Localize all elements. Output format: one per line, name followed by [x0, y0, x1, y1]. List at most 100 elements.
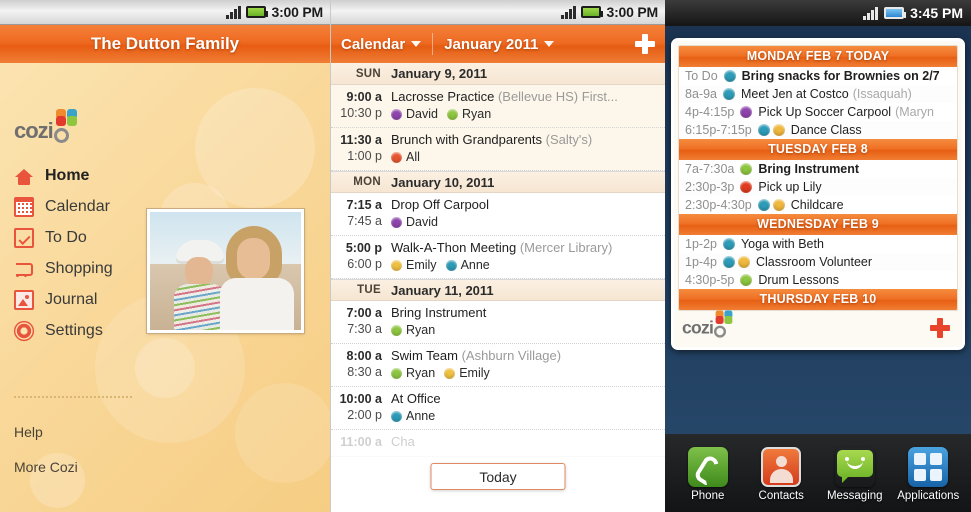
- event-times: 11:00 a: [339, 434, 391, 451]
- widget-event-title: Pick up Lily: [758, 180, 822, 194]
- dock-label: Messaging: [826, 489, 883, 502]
- widget-event-time: 4:30p-5p: [685, 273, 735, 287]
- widget-event-title: Bring Instrument: [758, 162, 860, 176]
- widget-event-row[interactable]: 7a-7:30a Bring Instrument: [679, 160, 957, 178]
- status-time: 3:00 PM: [271, 4, 323, 20]
- day-of-week: SUN: [355, 67, 381, 80]
- cozi-calendar-widget[interactable]: MONDAY FEB 7 TODAY To Do Bring snacks for …: [671, 38, 965, 350]
- attendee-color-dot: [391, 367, 402, 379]
- event-title: Brunch with Grandparents (Salty's): [391, 132, 593, 147]
- widget-event-row[interactable]: 1p-2p Yoga with Beth: [679, 235, 957, 253]
- attendee-color-dot: [391, 216, 402, 228]
- calendar-menu-button[interactable]: Calendar: [341, 36, 422, 53]
- month-selector-button[interactable]: January 2011: [444, 36, 555, 53]
- agenda-event-row[interactable]: 11:30 a 1:00 p Brunch with Grandparents (S…: [331, 128, 665, 171]
- plus-icon[interactable]: [635, 34, 655, 54]
- widget-day-header: WEDNESDAY FEB 9: [679, 214, 957, 235]
- attendee-color-dot: [722, 256, 735, 268]
- plus-icon[interactable]: [930, 318, 950, 338]
- event-details: Cha: [391, 434, 657, 451]
- sidebar-item-journal[interactable]: Journal: [14, 284, 144, 315]
- agenda-event-row[interactable]: 11:00 a Cha: [331, 430, 665, 457]
- more-cozi-link[interactable]: More Cozi: [14, 459, 78, 475]
- widget-event-time: 7a-7:30a: [685, 162, 735, 176]
- widget-event-time: 6:15p-7:15p: [685, 123, 752, 137]
- widget-event-title: Childcare: [790, 198, 844, 212]
- cozi-logo-text: cozi: [682, 317, 714, 338]
- event-start-time: 5:00 p: [345, 241, 382, 255]
- widget-footer: cozi: [678, 310, 958, 343]
- attendee-name: Anne: [460, 258, 490, 272]
- sidebar-item-settings[interactable]: Settings: [14, 315, 144, 346]
- decorative-bubble: [235, 383, 330, 483]
- day-of-week: MON: [353, 176, 381, 188]
- event-times: 5:00 p 6:00 p: [339, 240, 391, 273]
- dock-item-messaging[interactable]: Messaging: [820, 447, 890, 502]
- attendee-color-dot: [391, 108, 402, 120]
- sidebar-item-home[interactable]: Home: [14, 160, 144, 191]
- widget-event-row[interactable]: To Do Bring snacks for Brownies on 2/7: [679, 67, 957, 85]
- widget-event-row[interactable]: 1p-4p Classroom Volunteer: [679, 253, 957, 271]
- event-title: Bring Instrument: [391, 305, 487, 320]
- agenda-event-row[interactable]: 7:15 a 7:45 a Drop Off Carpool David: [331, 193, 665, 236]
- widget-attendee-dots: [757, 199, 785, 211]
- agenda-event-row[interactable]: 7:00 a 7:30 a Bring Instrument Ryan: [331, 301, 665, 344]
- widget-event-row[interactable]: 4:30p-5p Drum Lessons: [679, 271, 957, 289]
- attendee-color-dot: [772, 124, 785, 136]
- widget-event-row[interactable]: 4p-4:15p Pick Up Soccer Carpool (Maryn: [679, 103, 957, 121]
- widget-event-row[interactable]: 2:30p-4:30p Childcare: [679, 196, 957, 214]
- home-panel: 3:00 PM The Dutton Family cozi Home Cale…: [0, 0, 330, 512]
- dock-item-phone[interactable]: Phone: [673, 446, 743, 502]
- attendee-color-dot: [757, 124, 770, 136]
- attendee: Ryan: [391, 322, 435, 338]
- sidebar-item-label: Journal: [45, 290, 98, 308]
- event-times: 11:30 a 1:00 p: [339, 132, 391, 165]
- agenda-event-row[interactable]: 9:00 a 10:30 p Lacrosse Practice (Bellevue…: [331, 85, 665, 128]
- attendee: Ryan: [391, 365, 435, 381]
- widget-event-title: Drum Lessons: [758, 273, 839, 287]
- help-link[interactable]: Help: [14, 424, 43, 440]
- event-title: Drop Off Carpool: [391, 197, 490, 212]
- sidebar-item-shopping[interactable]: Shopping: [14, 253, 144, 284]
- widget-event-row[interactable]: 6:15p-7:15p Dance Class: [679, 121, 957, 139]
- attendee-color-dot: [391, 410, 402, 422]
- dock-item-applications[interactable]: Applications: [893, 446, 963, 502]
- widget-day-header: TUESDAY FEB 8: [679, 139, 957, 160]
- message-icon: [835, 447, 875, 487]
- event-attendees: David: [391, 214, 657, 230]
- widget-event-title: Pick Up Soccer Carpool (Maryn: [758, 105, 934, 119]
- cart-icon: [14, 259, 34, 279]
- sidebar-item-label: Settings: [45, 321, 103, 339]
- event-attendees: All: [391, 149, 657, 165]
- attendee: Emily: [391, 257, 437, 273]
- event-attendees: Anne: [391, 408, 657, 424]
- dock-item-contacts[interactable]: Contacts: [746, 446, 816, 502]
- attendee: All: [391, 149, 420, 165]
- widget-event-row[interactable]: 8a-9a Meet Jen at Costco (Issaquah): [679, 85, 957, 103]
- battery-icon: [246, 6, 269, 18]
- widget-attendee-dots: [723, 70, 736, 82]
- widget-event-time: To Do: [685, 69, 718, 83]
- attendee-color-dot: [445, 259, 457, 271]
- signal-bars-icon: [226, 5, 242, 19]
- today-button[interactable]: Today: [430, 463, 566, 490]
- event-details: Walk-A-Thon Meeting (Mercer Library) Emil…: [391, 240, 657, 273]
- event-end-time: 1:00 p: [347, 149, 382, 163]
- dock-label: Applications: [897, 489, 960, 502]
- widget-event-title: Yoga with Beth: [740, 237, 824, 251]
- home-icon: [14, 166, 34, 186]
- agenda-event-row[interactable]: 10:00 a 2:00 p At Office Anne: [331, 387, 665, 430]
- widget-event-row[interactable]: 2:30p-3p Pick up Lily: [679, 178, 957, 196]
- widget-event-location: (Issaquah): [852, 87, 912, 101]
- event-location: (Bellevue HS) First...: [494, 89, 618, 104]
- agenda-list[interactable]: SUN January 9, 2011 9:00 a 10:30 p Lacrosse …: [331, 63, 665, 512]
- signal-bars-icon: [863, 6, 879, 20]
- agenda-event-row[interactable]: 8:00 a 8:30 a Swim Team (Ashburn Village) R…: [331, 344, 665, 387]
- event-attendees: Ryan: [391, 322, 657, 338]
- sidebar-item-todo[interactable]: To Do: [14, 222, 144, 253]
- nav-divider: [14, 396, 132, 398]
- sidebar-item-label: Shopping: [45, 259, 113, 277]
- sidebar-item-calendar[interactable]: Calendar: [14, 191, 144, 222]
- day-date: January 11, 2011: [391, 282, 494, 298]
- agenda-event-row[interactable]: 5:00 p 6:00 p Walk-A-Thon Meeting (Mercer …: [331, 236, 665, 279]
